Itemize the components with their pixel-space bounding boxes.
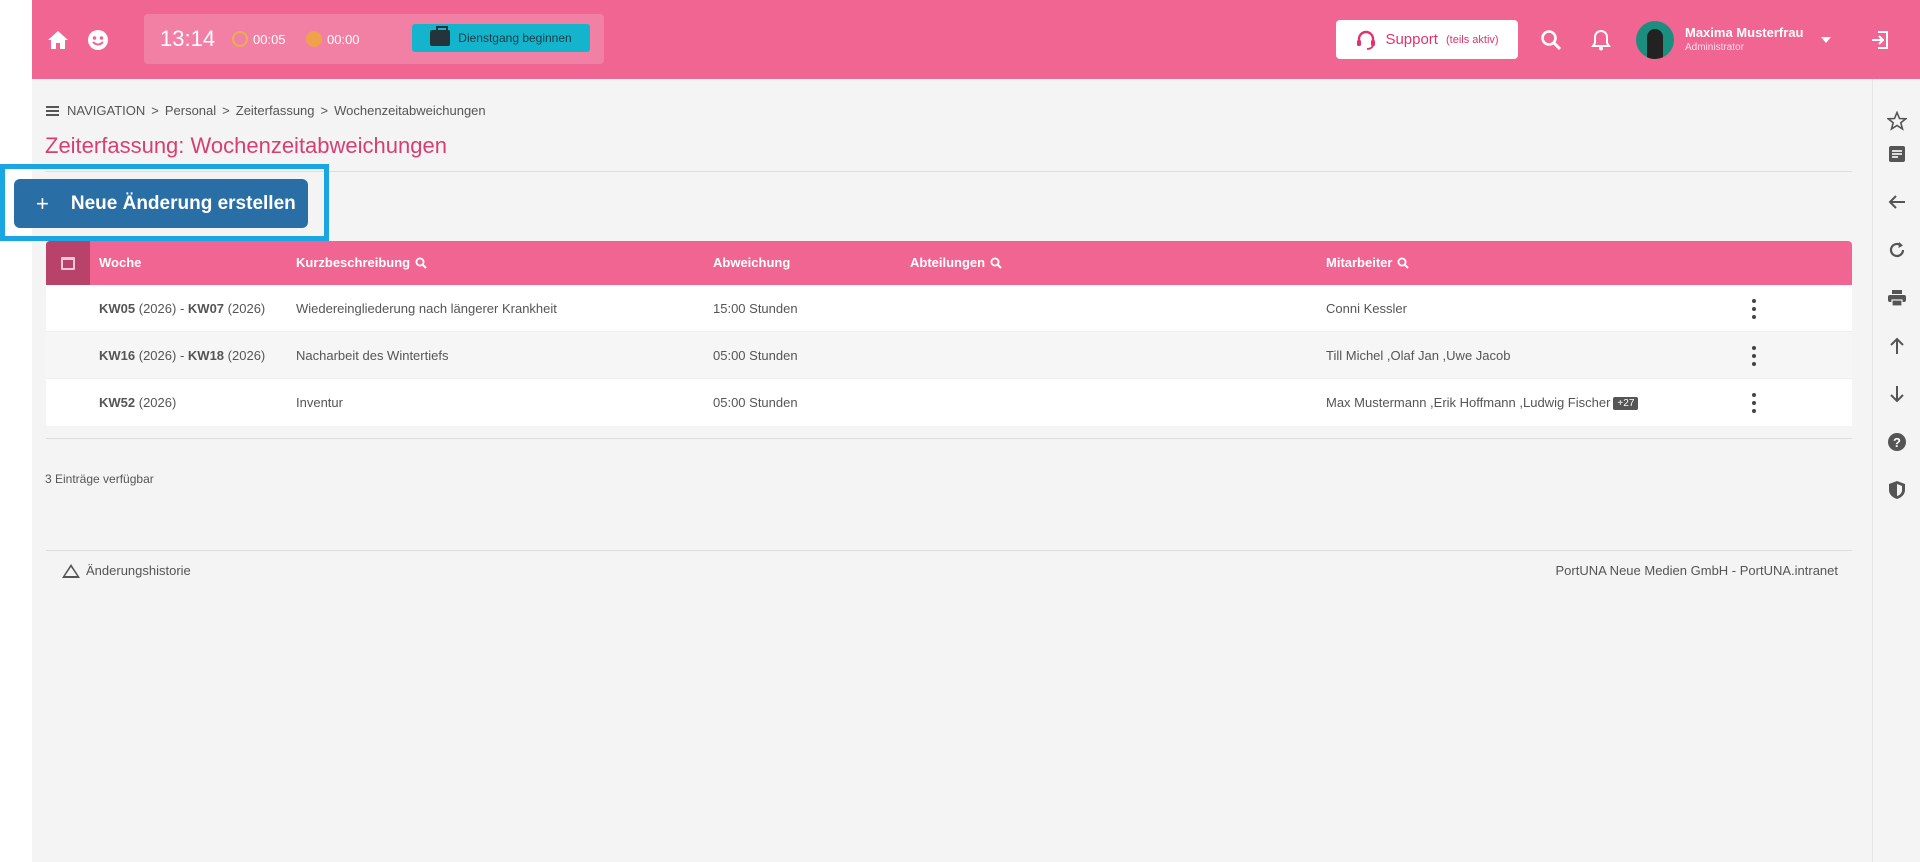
- column-kurzbeschreibung[interactable]: Kurzbeschreibung: [296, 255, 427, 270]
- user-role: Administrator: [1685, 42, 1744, 53]
- column-search-icon[interactable]: [1397, 257, 1410, 269]
- column-mitarbeiter-label: Mitarbeiter: [1326, 255, 1393, 270]
- breadcrumb: NAVIGATION > Personal > Zeiterfassung > …: [46, 103, 486, 118]
- column-abweichung-label: Abweichung: [713, 255, 791, 270]
- table-row[interactable]: KW05 (2026) - KW07 (2026) Wiedereinglied…: [46, 285, 1852, 332]
- column-abteilungen[interactable]: Abteilungen: [910, 255, 1002, 270]
- cell-employees: Max Mustermann ,Erik Hoffmann ,Ludwig Fi…: [1326, 395, 1639, 410]
- cell-deviation: 05:00 Stunden: [713, 395, 798, 410]
- cell-deviation: 15:00 Stunden: [713, 301, 798, 316]
- divider: [46, 438, 1852, 439]
- support-label: Support: [1385, 31, 1438, 48]
- breadcrumb-separator-icon: >: [151, 103, 159, 118]
- plus-icon: +: [36, 190, 49, 216]
- cell-description: Wiedereingliederung nach längerer Krankh…: [296, 301, 557, 316]
- app-canvas: 13:14 00:05 00:00 Dienstgang beginnen Su…: [0, 0, 1920, 862]
- dienstgang-button[interactable]: Dienstgang beginnen: [412, 24, 590, 52]
- table-row[interactable]: KW16 (2026) - KW18 (2026) Nacharbeit des…: [46, 332, 1852, 379]
- break-timer[interactable]: 00:00: [306, 31, 360, 47]
- bell-icon[interactable]: [1587, 26, 1615, 54]
- work-timer[interactable]: 00:05: [232, 31, 286, 47]
- dienstgang-label: Dienstgang beginnen: [458, 31, 572, 45]
- column-abteilungen-label: Abteilungen: [910, 255, 986, 270]
- cell-week: KW52 (2026): [99, 395, 177, 410]
- star-icon[interactable]: [1885, 109, 1909, 133]
- briefcase-icon: [430, 26, 451, 46]
- column-search-icon[interactable]: [990, 257, 1002, 269]
- break-timer-icon: [306, 31, 322, 47]
- cell-employees: Conni Kessler: [1326, 301, 1407, 316]
- column-woche[interactable]: Woche: [99, 255, 141, 270]
- divider: [46, 550, 1852, 551]
- table-header: Woche Kurzbeschreibung Abweichung Abteil…: [46, 241, 1852, 285]
- cell-description: Nacharbeit des Wintertiefs: [296, 348, 449, 363]
- avatar[interactable]: [1636, 21, 1674, 59]
- cell-description: Inventur: [296, 395, 343, 410]
- home-icon[interactable]: [44, 26, 72, 54]
- notes-icon[interactable]: [1885, 142, 1909, 166]
- arrow-down-icon[interactable]: [1885, 382, 1909, 406]
- row-menu-icon[interactable]: [1751, 346, 1757, 366]
- breadcrumb-item-personal[interactable]: Personal: [165, 103, 216, 118]
- breadcrumb-separator-icon: >: [222, 103, 230, 118]
- shield-icon[interactable]: [1885, 478, 1909, 502]
- right-toolbar: ?: [1872, 79, 1920, 862]
- breadcrumb-item-zeiterfassung[interactable]: Zeiterfassung: [236, 103, 315, 118]
- warning-triangle-icon: [62, 563, 80, 578]
- history-label: Änderungshistorie: [86, 563, 191, 578]
- new-change-label: Neue Änderung erstellen: [70, 192, 296, 214]
- deviations-table: Woche Kurzbeschreibung Abweichung Abteil…: [46, 241, 1852, 426]
- new-change-button[interactable]: + Neue Änderung erstellen: [14, 179, 308, 228]
- column-mitarbeiter[interactable]: Mitarbeiter: [1326, 255, 1410, 270]
- support-note: (teils aktiv): [1445, 33, 1499, 46]
- arrow-left-icon[interactable]: [1885, 190, 1909, 214]
- more-employees-badge[interactable]: +27: [1613, 397, 1639, 410]
- cell-deviation: 05:00 Stunden: [713, 348, 798, 363]
- history-link[interactable]: Änderungshistorie: [62, 563, 191, 578]
- emoji-icon[interactable]: [84, 26, 112, 54]
- headset-icon: [1357, 30, 1376, 50]
- calendar-icon[interactable]: [46, 241, 90, 285]
- top-bar: 13:14 00:05 00:00 Dienstgang beginnen Su…: [32, 0, 1920, 79]
- break-timer-value: 00:00: [327, 31, 360, 47]
- cell-week: KW16 (2026) - KW18 (2026): [99, 348, 266, 363]
- search-icon[interactable]: [1537, 26, 1565, 54]
- logout-icon[interactable]: [1866, 26, 1894, 54]
- clock: 13:14: [160, 26, 216, 51]
- column-search-icon[interactable]: [415, 257, 427, 269]
- company-footer: PortUNA Neue Medien GmbH - PortUNA.intra…: [1555, 563, 1839, 578]
- row-menu-icon[interactable]: [1751, 299, 1757, 319]
- breadcrumb-item-current: Wochenzeitabweichungen: [334, 103, 486, 118]
- entry-count: 3 Einträge verfügbar: [45, 472, 154, 486]
- column-kurzbeschreibung-label: Kurzbeschreibung: [296, 255, 411, 270]
- refresh-icon[interactable]: [1885, 238, 1909, 262]
- time-tracking-box: 13:14 00:05 00:00 Dienstgang beginnen: [144, 14, 604, 64]
- breadcrumb-nav[interactable]: NAVIGATION: [67, 103, 145, 118]
- print-icon[interactable]: [1885, 286, 1909, 310]
- help-icon[interactable]: ?: [1885, 430, 1909, 454]
- column-woche-label: Woche: [99, 255, 142, 270]
- work-timer-value: 00:05: [253, 31, 286, 47]
- column-abweichung[interactable]: Abweichung: [713, 255, 790, 270]
- timer-clock-icon: [232, 31, 248, 47]
- breadcrumb-separator-icon: >: [320, 103, 329, 118]
- chevron-down-icon[interactable]: [1812, 26, 1840, 54]
- row-menu-icon[interactable]: [1751, 393, 1757, 413]
- table-row[interactable]: KW52 (2026) Inventur 05:00 Stunden Max M…: [46, 379, 1852, 426]
- user-name[interactable]: Maxima Musterfrau: [1685, 25, 1803, 40]
- cell-week: KW05 (2026) - KW07 (2026): [99, 301, 266, 316]
- page-title: Zeiterfassung: Wochenzeitabweichungen: [45, 133, 447, 158]
- support-button[interactable]: Support (teils aktiv): [1336, 20, 1518, 59]
- cell-employees: Till Michel ,Olaf Jan ,Uwe Jacob: [1326, 348, 1511, 363]
- arrow-up-icon[interactable]: [1885, 334, 1909, 358]
- hamburger-icon[interactable]: [46, 105, 59, 116]
